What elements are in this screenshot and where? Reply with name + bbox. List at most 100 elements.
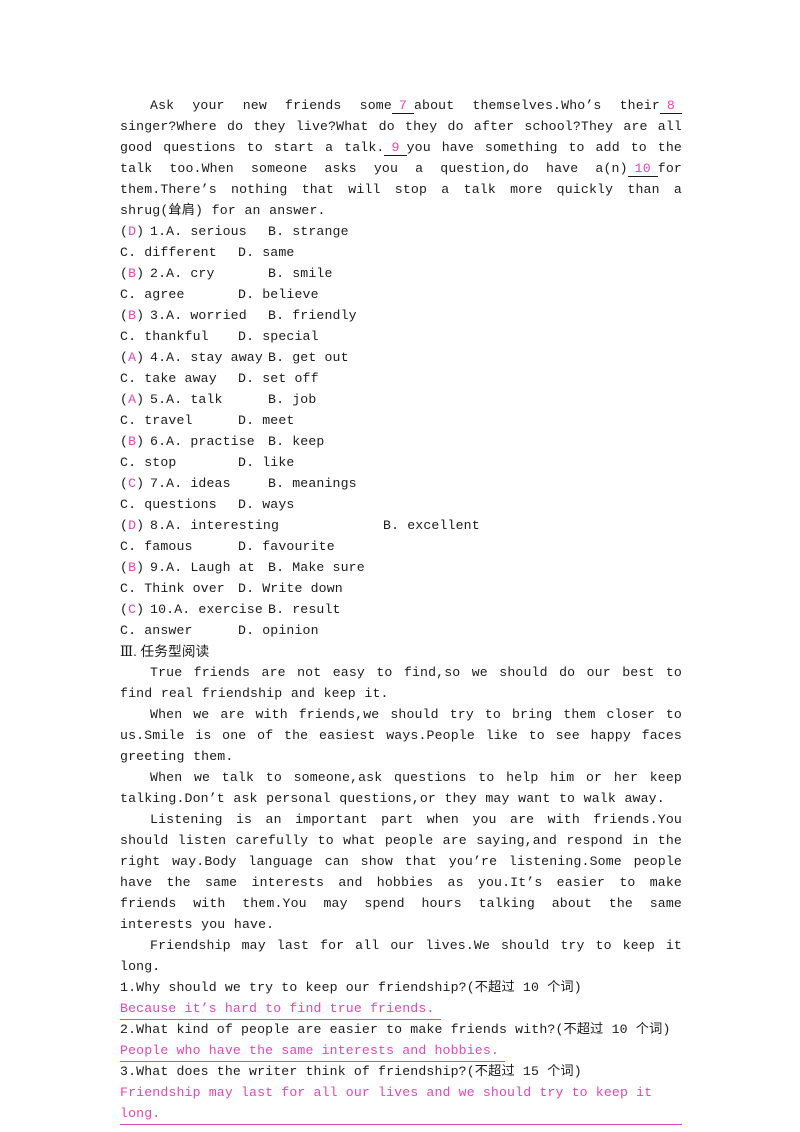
cloze-blank-7[interactable]: 7: [391, 98, 414, 114]
mc-option-a[interactable]: 3.A. worried: [150, 305, 268, 326]
mc-option-c[interactable]: C. stop: [120, 452, 238, 473]
mc-option-a[interactable]: 7.A. ideas: [150, 473, 268, 494]
mc-answer-marker[interactable]: (A): [120, 389, 150, 410]
mc-option-a-label: A. exercise: [174, 602, 263, 617]
mc-option-b[interactable]: B. excellent: [383, 515, 480, 536]
mc-answer-letter: C: [128, 476, 137, 491]
mc-answer-letter: B: [128, 434, 137, 449]
mc-option-d[interactable]: D. like: [238, 452, 294, 473]
mc-option-d[interactable]: D. favourite: [238, 536, 335, 557]
mc-option-b[interactable]: B. Make sure: [268, 557, 365, 578]
mc-option-c[interactable]: C. travel: [120, 410, 238, 431]
paren-open: (: [120, 434, 129, 449]
mc-option-c[interactable]: C. different: [120, 242, 238, 263]
reading-answer[interactable]: People who have the same interests and h…: [120, 1040, 505, 1062]
mc-option-a[interactable]: 6.A. practise: [150, 431, 268, 452]
mc-answer-marker[interactable]: (D): [120, 221, 150, 242]
mc-question-number: 2.: [150, 266, 167, 281]
paren-close: ): [136, 266, 145, 281]
cloze-blank-8[interactable]: 8: [659, 98, 682, 114]
mc-question: (A) 4.A. stay away B. get out C. take away D…: [120, 347, 682, 389]
mc-option-a-label: A. cry: [166, 266, 215, 281]
paren-open: (: [120, 350, 129, 365]
paren-close: ): [136, 560, 145, 575]
mc-option-a-label: A. serious: [166, 224, 247, 239]
mc-row-ab: (D) 8.A. interesting B. excellent: [120, 515, 682, 536]
mc-option-a[interactable]: 4.A. stay away: [150, 347, 268, 368]
mc-answer-marker[interactable]: (B): [120, 557, 150, 578]
mc-question: (C) 10.A. exercise B. result C. answer D. op…: [120, 599, 682, 641]
cloze-blank-9[interactable]: 9: [384, 140, 407, 156]
mc-option-b[interactable]: B. job: [268, 389, 316, 410]
mc-answer-marker[interactable]: (B): [120, 305, 150, 326]
mc-question-number: 9.: [150, 560, 167, 575]
mc-option-c[interactable]: C. thankful: [120, 326, 238, 347]
worksheet-page: Ask your new friends some 7 about themselv…: [0, 0, 800, 1132]
mc-option-b[interactable]: B. friendly: [268, 305, 357, 326]
mc-answer-marker[interactable]: (B): [120, 263, 150, 284]
mc-option-c[interactable]: C. Think over: [120, 578, 238, 599]
mc-option-d[interactable]: D. Write down: [238, 578, 343, 599]
mc-option-a[interactable]: 10.A. exercise: [150, 599, 268, 620]
paren-open: (: [120, 224, 129, 239]
mc-option-d[interactable]: D. meet: [238, 410, 294, 431]
mc-option-b[interactable]: B. get out: [268, 347, 349, 368]
mc-row-ab: (C) 10.A. exercise B. result: [120, 599, 682, 620]
mc-row-ab: (B) 2.A. cry B. smile: [120, 263, 682, 284]
cloze-text-part-1: Ask your new friends some: [150, 98, 392, 113]
mc-row-cd: C. agree D. believe: [120, 284, 682, 305]
reading-question: 3.What does the writer think of friendsh…: [120, 1064, 582, 1079]
mc-option-a[interactable]: 5.A. talk: [150, 389, 268, 410]
mc-option-b[interactable]: B. keep: [268, 431, 324, 452]
paren-open: (: [120, 602, 129, 617]
cloze-blank-10[interactable]: 10: [627, 161, 658, 177]
mc-option-c[interactable]: C. answer: [120, 620, 238, 641]
mc-option-b[interactable]: B. meanings: [268, 473, 357, 494]
mc-row-cd: C. questions D. ways: [120, 494, 682, 515]
mc-answer-marker[interactable]: (B): [120, 431, 150, 452]
mc-option-d[interactable]: D. ways: [238, 494, 294, 515]
mc-option-d[interactable]: D. same: [238, 242, 294, 263]
mc-option-b[interactable]: B. result: [268, 599, 341, 620]
mc-option-a[interactable]: 9.A. Laugh at: [150, 557, 268, 578]
reading-question: 1.Why should we try to keep our friendsh…: [120, 980, 582, 995]
mc-option-d[interactable]: D. special: [238, 326, 319, 347]
mc-option-a-label: A. ideas: [166, 476, 231, 491]
mc-option-a[interactable]: 2.A. cry: [150, 263, 268, 284]
mc-row-cd: C. Think over D. Write down: [120, 578, 682, 599]
mc-option-d[interactable]: D. set off: [238, 368, 319, 389]
mc-option-b[interactable]: B. smile: [268, 263, 333, 284]
reading-answer-row: Friendship may last for all our lives an…: [120, 1082, 682, 1125]
mc-option-c[interactable]: C. agree: [120, 284, 238, 305]
mc-answer-marker[interactable]: (C): [120, 599, 150, 620]
mc-option-c[interactable]: C. famous: [120, 536, 238, 557]
paren-close: ): [136, 350, 145, 365]
paren-close: ): [136, 434, 145, 449]
mc-option-a[interactable]: 8.A. interesting: [150, 515, 383, 536]
mc-option-d[interactable]: D. believe: [238, 284, 319, 305]
section-heading-task-reading: Ⅲ. 任务型阅读: [120, 644, 210, 659]
mc-question: (B) 9.A. Laugh at B. Make sure C. Think ove…: [120, 557, 682, 599]
multiple-choice-list: (D) 1.A. serious B. strange C. different D. …: [120, 221, 682, 641]
cloze-text-part-2: about themselves.Who’s their: [413, 98, 660, 113]
mc-answer-letter: D: [128, 224, 137, 239]
mc-question-number: 8.: [150, 518, 167, 533]
mc-answer-marker[interactable]: (D): [120, 515, 150, 536]
mc-question-number: 3.: [150, 308, 167, 323]
paren-close: ): [136, 476, 145, 491]
mc-answer-marker[interactable]: (C): [120, 473, 150, 494]
mc-option-d[interactable]: D. opinion: [238, 620, 319, 641]
passage-paragraph-1: True friends are not easy to find,so we …: [120, 665, 682, 701]
mc-option-c[interactable]: C. take away: [120, 368, 238, 389]
mc-option-a-label: A. Laugh at: [166, 560, 255, 575]
reading-answer[interactable]: Friendship may last for all our lives an…: [120, 1082, 682, 1125]
mc-option-a-label: A. talk: [166, 392, 223, 407]
mc-row-ab: (B) 6.A. practise B. keep: [120, 431, 682, 452]
paren-open: (: [120, 308, 129, 323]
mc-answer-marker[interactable]: (A): [120, 347, 150, 368]
reading-answer[interactable]: Because it’s hard to find true friends.: [120, 998, 441, 1020]
mc-option-a[interactable]: 1.A. serious: [150, 221, 268, 242]
mc-option-b[interactable]: B. strange: [268, 221, 349, 242]
mc-question-number: 10.: [150, 602, 175, 617]
mc-option-c[interactable]: C. questions: [120, 494, 238, 515]
